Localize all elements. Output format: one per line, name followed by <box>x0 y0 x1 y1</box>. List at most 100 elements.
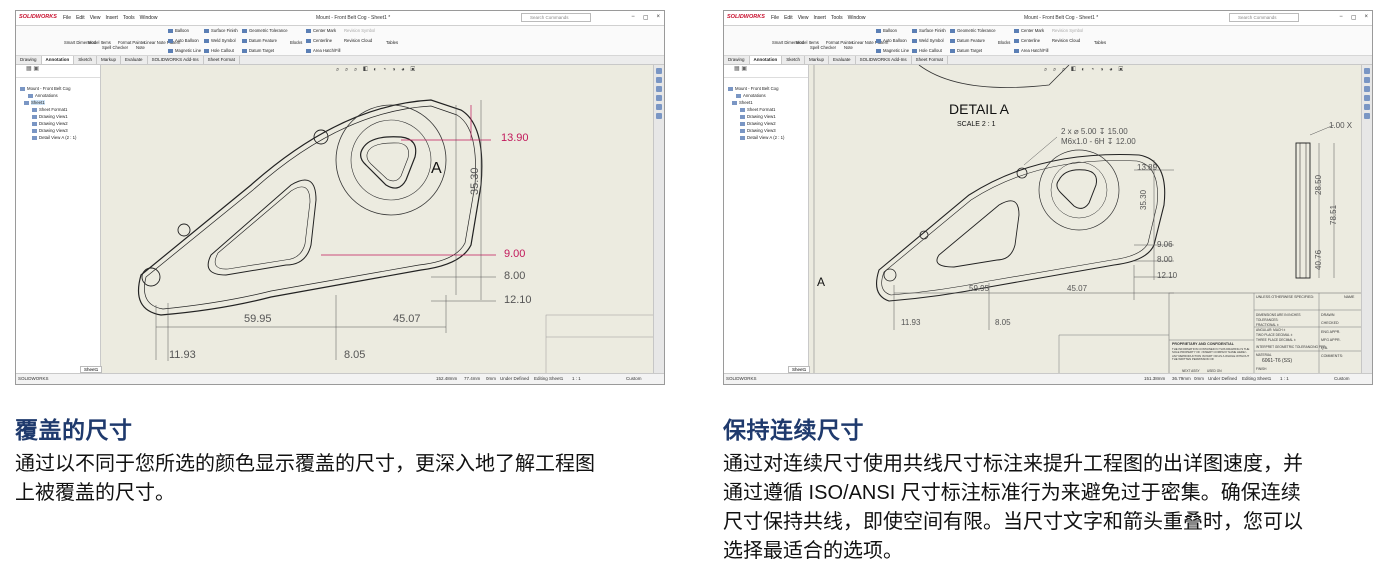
tree-root[interactable]: Mount - Front Belt Cog <box>16 86 100 93</box>
datum-target-button[interactable]: Datum Target <box>950 48 982 53</box>
balloon-button[interactable]: Balloon <box>876 28 897 33</box>
tab-markup[interactable]: Markup <box>805 56 830 64</box>
menu-insert[interactable]: Insert <box>813 15 826 21</box>
search-commands-input[interactable]: Search Commands <box>521 13 591 22</box>
spell-checker-button[interactable]: Spell Checker <box>102 45 128 50</box>
sheet-tab[interactable]: Sheet1 <box>788 366 811 373</box>
tab-sketch[interactable]: Sketch <box>74 56 98 64</box>
maximize-button[interactable]: ▢ <box>1351 14 1357 21</box>
balloon-button[interactable]: Balloon <box>168 28 189 33</box>
overridden-dim-9-00[interactable]: 9.00 <box>504 248 525 260</box>
weld-symbol-button[interactable]: Weld Symbol <box>204 38 236 43</box>
center-mark-button[interactable]: Center Mark <box>306 28 336 33</box>
dim-35-30[interactable]: 35.30 <box>469 167 481 195</box>
tree-sheet1[interactable]: Sheet1 <box>724 100 808 107</box>
tab-addins[interactable]: SOLIDWORKS Add-Ins <box>148 56 204 64</box>
revision-cloud-button[interactable]: Revision Cloud <box>1052 38 1080 43</box>
dim-9-06[interactable]: 9.06 <box>1157 240 1173 249</box>
tree-detail-view-a[interactable]: Detail View A (2 : 1) <box>16 135 100 142</box>
menu-edit[interactable]: Edit <box>784 15 793 21</box>
menu-view[interactable]: View <box>798 15 809 21</box>
menu-window[interactable]: Window <box>848 15 866 21</box>
tree-sheet1[interactable]: Sheet1 <box>16 100 100 107</box>
minimize-button[interactable]: − <box>1339 14 1343 21</box>
dim-12-10[interactable]: 12.10 <box>1157 271 1177 280</box>
tab-drawing[interactable]: Drawing <box>16 56 42 64</box>
overridden-dim-13-90[interactable]: 13.90 <box>501 132 529 144</box>
drawing-canvas[interactable]: ⌕ ⌕ ⌕ ◧ ◐ ◔ ◑ ◕ ▣ <box>101 65 656 376</box>
revision-symbol-button[interactable]: Revision Symbol <box>344 28 375 33</box>
appearances-icon[interactable] <box>656 113 662 119</box>
tree-drawing-view3[interactable]: Drawing View3 <box>16 128 100 135</box>
tables-button[interactable]: Tables <box>1094 40 1106 45</box>
dim-45-07[interactable]: 45.07 <box>393 313 421 325</box>
magnetic-line-button[interactable]: Magnetic Line <box>876 48 909 53</box>
dim-59-95[interactable]: 59.95 <box>244 313 272 325</box>
close-button[interactable]: × <box>1364 14 1368 21</box>
appearances-icon[interactable] <box>1364 113 1370 119</box>
resources-icon[interactable] <box>656 77 662 83</box>
home-icon[interactable] <box>1364 68 1370 74</box>
datum-target-button[interactable]: Datum Target <box>242 48 274 53</box>
tab-sheet-format[interactable]: Sheet Format <box>204 56 240 64</box>
maximize-button[interactable]: ▢ <box>643 14 649 21</box>
dim-11-93[interactable]: 11.93 <box>901 318 920 327</box>
surface-finish-button[interactable]: Surface Finish <box>912 28 946 33</box>
surface-finish-button[interactable]: Surface Finish <box>204 28 238 33</box>
area-hatch-button[interactable]: Area Hatch/Fill <box>306 48 340 53</box>
blocks-button[interactable]: Blocks <box>998 40 1010 45</box>
menu-insert[interactable]: Insert <box>105 15 118 21</box>
resources-icon[interactable] <box>1364 77 1370 83</box>
status-units[interactable]: Custom <box>626 376 642 381</box>
tree-detail-view-a[interactable]: Detail View A (2 : 1) <box>724 135 808 142</box>
hole-callout-line1[interactable]: 2 x ⌀ 5.00 ↧ 15.00 <box>1061 127 1128 136</box>
file-explorer-icon[interactable] <box>1364 95 1370 101</box>
menu-tools[interactable]: Tools <box>123 15 135 21</box>
menu-tools[interactable]: Tools <box>831 15 843 21</box>
dim-8-00[interactable]: 8.00 <box>1157 255 1173 264</box>
note-button[interactable]: Note <box>136 45 145 50</box>
tab-evaluate[interactable]: Evaluate <box>829 56 856 64</box>
dim-35-30[interactable]: 35.30 <box>1139 190 1148 210</box>
tab-annotation[interactable]: Annotation <box>749 56 783 64</box>
tab-evaluate[interactable]: Evaluate <box>121 56 148 64</box>
tab-drawing[interactable]: Drawing <box>724 56 750 64</box>
side-dim-78-51[interactable]: 78.51 <box>1329 205 1338 225</box>
dim-11-93[interactable]: 11.93 <box>169 349 196 361</box>
datum-feature-button[interactable]: Datum Feature <box>950 38 985 43</box>
dim-13-89[interactable]: 13.89 <box>1137 163 1157 172</box>
file-explorer-icon[interactable] <box>656 95 662 101</box>
tree-annotations[interactable]: Annotations <box>16 93 100 100</box>
close-button[interactable]: × <box>656 14 660 21</box>
dim-8-05[interactable]: 8.05 <box>344 349 365 361</box>
auto-balloon-button[interactable]: Auto Balloon <box>876 38 907 43</box>
hole-callout-button[interactable]: Hole Callout <box>912 48 942 53</box>
side-dim-chamfer[interactable]: 1.00 X <box>1329 121 1352 130</box>
dim-45-07[interactable]: 45.07 <box>1067 284 1087 293</box>
tree-sheet-format1[interactable]: Sheet Format1 <box>16 107 100 114</box>
tab-annotation[interactable]: Annotation <box>41 56 75 64</box>
side-dim-40-76[interactable]: 40.76 <box>1314 250 1323 270</box>
center-mark-button[interactable]: Center Mark <box>1014 28 1044 33</box>
area-hatch-button[interactable]: Area Hatch/Fill <box>1014 48 1048 53</box>
tab-addins[interactable]: SOLIDWORKS Add-Ins <box>856 56 912 64</box>
note-button[interactable]: Note <box>844 45 853 50</box>
tab-markup[interactable]: Markup <box>97 56 122 64</box>
tree-drawing-view1[interactable]: Drawing View1 <box>16 114 100 121</box>
centerline-button[interactable]: Centerline <box>1014 38 1040 43</box>
tree-root[interactable]: Mount - Front Belt Cog <box>724 86 808 93</box>
geometric-tolerance-button[interactable]: Geometric Tolerance <box>242 28 288 33</box>
tree-drawing-view2[interactable]: Drawing View2 <box>724 121 808 128</box>
geometric-tolerance-button[interactable]: Geometric Tolerance <box>950 28 996 33</box>
sheet-tab[interactable]: Sheet1 <box>80 366 103 373</box>
dim-59-95[interactable]: 59.95 <box>969 284 989 293</box>
menu-file[interactable]: File <box>63 15 71 21</box>
revision-symbol-button[interactable]: Revision Symbol <box>1052 28 1083 33</box>
view-palette-icon[interactable] <box>1364 104 1370 110</box>
tree-drawing-view3[interactable]: Drawing View3 <box>724 128 808 135</box>
centerline-button[interactable]: Centerline <box>306 38 332 43</box>
view-palette-icon[interactable] <box>656 104 662 110</box>
revision-cloud-button[interactable]: Revision Cloud <box>344 38 372 43</box>
dim-8-00[interactable]: 8.00 <box>504 270 525 282</box>
search-commands-input[interactable]: Search Commands <box>1229 13 1299 22</box>
